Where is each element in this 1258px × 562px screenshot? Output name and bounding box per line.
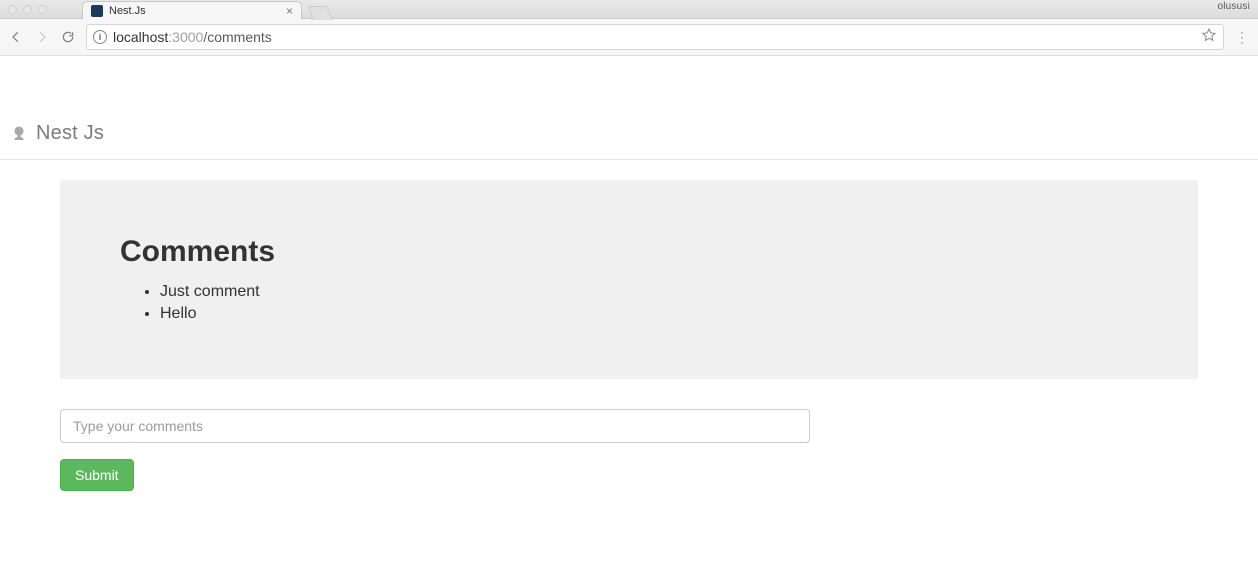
brand-logo-icon [10,125,28,143]
page-viewport: Nest Js Comments Just comment Hello Subm… [0,106,1258,511]
browser-toolbar: i localhost:3000/comments ⋮ [0,19,1258,56]
list-item: Hello [160,303,1138,325]
submit-button[interactable]: Submit [60,459,134,491]
main-container: Comments Just comment Hello Submit [0,160,1258,511]
navbar: Nest Js [0,106,1258,160]
kebab-icon: ⋮ [1235,29,1249,45]
arrow-right-icon [35,30,49,44]
reload-icon [61,30,75,44]
tab-favicon-icon [91,5,103,17]
url-port: :3000 [168,29,203,45]
window-close-dot[interactable] [8,5,17,14]
profile-badge[interactable]: olususi [1217,1,1250,12]
arrow-left-icon [9,30,23,44]
tab-close-icon[interactable]: × [286,4,293,18]
bookmark-button[interactable] [1201,27,1217,48]
new-tab-button[interactable] [307,6,332,20]
comment-input-row [60,409,1198,443]
browser-chrome: Nest.Js × olususi i localhost:3000/comme… [0,0,1258,56]
window-maximize-dot[interactable] [38,5,47,14]
comments-list: Just comment Hello [120,281,1138,324]
comments-heading: Comments [120,235,1138,269]
url-text: localhost:3000/comments [113,29,272,45]
browser-tab[interactable]: Nest.Js × [82,1,302,19]
list-item: Just comment [160,281,1138,303]
tab-strip: Nest.Js × olususi [0,0,1258,19]
tab-title: Nest.Js [109,5,286,17]
star-icon [1201,27,1217,43]
comments-panel: Comments Just comment Hello [60,180,1198,379]
address-bar[interactable]: i localhost:3000/comments [86,24,1224,50]
window-minimize-dot[interactable] [23,5,32,14]
nav-button-group [8,29,76,45]
back-button[interactable] [8,29,24,45]
window-controls [0,5,47,18]
site-info-icon[interactable]: i [93,30,107,44]
reload-button[interactable] [60,29,76,45]
browser-menu-button[interactable]: ⋮ [1234,30,1250,44]
brand-title: Nest Js [36,122,104,145]
comment-input[interactable] [60,409,810,443]
url-path: /comments [203,29,271,45]
forward-button [34,29,50,45]
url-host: localhost [113,29,168,45]
